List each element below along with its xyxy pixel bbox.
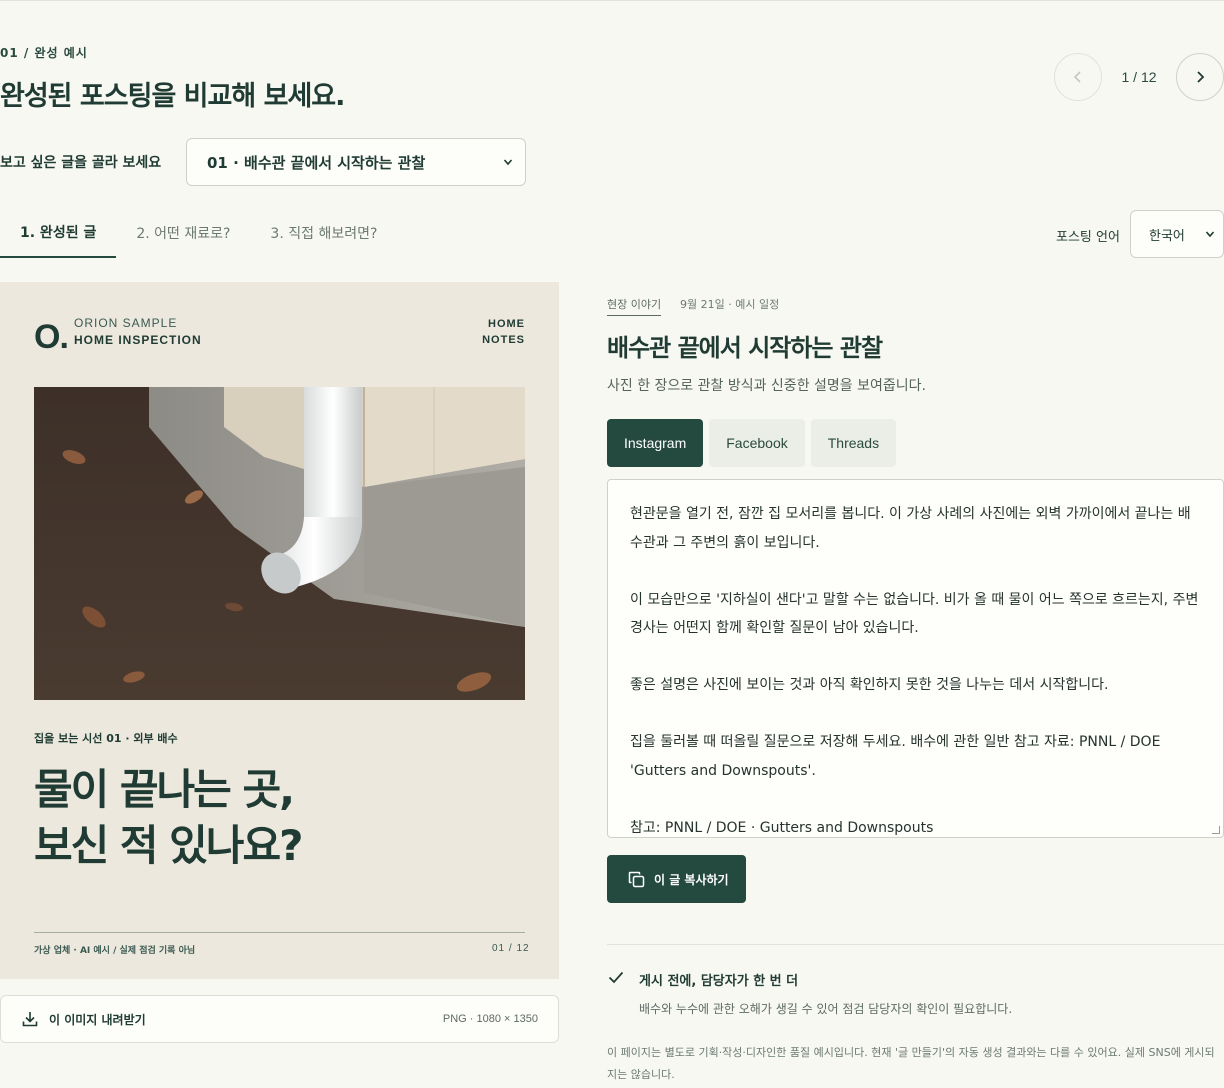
post-category: 현장 이야기 (607, 296, 662, 316)
brand-name-line1: ORION SAMPLE (74, 316, 178, 330)
post-date: 9월 21일 · 예시 일정 (680, 298, 780, 311)
disclaimer: 이 페이지는 별도로 기획·작성·디자인한 품질 예시입니다. 현재 '글 만들… (607, 1046, 1215, 1081)
chevron-down-icon (1205, 231, 1215, 238)
download-icon (22, 1012, 38, 1027)
copy-post-label: 이 글 복사하기 (654, 872, 729, 887)
review-description: 배수와 누수에 관한 오해가 생길 수 있어 점검 담당자의 확인이 필요합니다… (639, 1002, 1013, 1016)
review-title: 게시 전에, 담당자가 한 번 더 (639, 974, 799, 989)
page-title: 완성된 포스팅을 비교해 보세요. (0, 81, 345, 112)
download-image-button[interactable]: 이 이미지 내려받기 PNG · 1080 × 1350 (0, 995, 559, 1043)
platform-tab-facebook[interactable]: Facebook (709, 419, 805, 467)
chevron-down-icon (503, 159, 513, 166)
card-headline: 물이 끝나는 곳, 보신 적 있나요? (34, 762, 303, 874)
copy-post-button[interactable]: 이 글 복사하기 (607, 855, 746, 903)
pager-count: 1 / 12 (1121, 69, 1157, 85)
platform-tab-threads[interactable]: Threads (810, 419, 897, 467)
post-paragraph: 참고: PNNL / DOE · Gutters and Downspouts (630, 819, 934, 836)
post-select[interactable]: 01 · 배수관 끝에서 시작하는 관찰 (186, 138, 526, 186)
tab-finished-post[interactable]: 1. 완성된 글 (0, 208, 117, 258)
resize-handle[interactable] (1212, 826, 1220, 834)
card-nav: HOME NOTES (482, 316, 525, 348)
platform-tabs: Instagram Facebook Threads (607, 419, 897, 467)
card-headline-line1: 물이 끝나는 곳, (34, 765, 295, 814)
card-footer-note: 가상 업체 · AI 예시 / 실제 점검 기록 아님 (34, 946, 196, 956)
top-divider (0, 0, 1224, 1)
card-headline-line2: 보신 적 있나요? (34, 821, 303, 870)
copy-icon (628, 871, 645, 887)
download-meta: PNG · 1080 × 1350 (442, 1013, 538, 1025)
language-select[interactable]: 한국어 (1130, 210, 1224, 258)
post-subtitle: 사진 한 장으로 관찰 방식과 신중한 설명을 보여줍니다. (607, 378, 926, 394)
check-icon (608, 971, 624, 984)
post-paragraph: 집을 둘러볼 때 떠올릴 질문으로 저장해 두세요. 배수에 관한 일반 참고 … (630, 734, 1161, 779)
card-page-number: 01 / 12 (492, 943, 530, 954)
post-select-value: 01 · 배수관 끝에서 시작하는 관찰 (207, 153, 426, 172)
post-paragraph: 좋은 설명은 사진에 보이는 것과 아직 확인하지 못한 것을 나누는 데서 시… (630, 677, 1109, 693)
post-body-textarea[interactable]: 현관문을 열기 전, 잠깐 집 모서리를 봅니다. 이 가상 사례의 사진에는 … (607, 479, 1224, 838)
download-label: 이 이미지 내려받기 (49, 1012, 146, 1027)
section-divider (607, 944, 1224, 945)
brand-logo: O. (34, 318, 69, 356)
section-eyebrow: 01 / 완성 예시 (0, 46, 88, 60)
tab-try-it[interactable]: 3. 직접 해보려면? (250, 208, 397, 258)
chevron-right-icon (1197, 71, 1205, 83)
chevron-left-icon (1073, 71, 1081, 83)
brand-name-line2: HOME INSPECTION (74, 333, 202, 347)
tab-materials[interactable]: 2. 어떤 재료로? (116, 208, 250, 258)
downspout-photo (34, 387, 525, 700)
platform-tab-instagram[interactable]: Instagram (607, 419, 704, 467)
post-paragraph: 이 모습만으로 '지하실이 샌다'고 말할 수는 없습니다. 비가 올 때 물이… (630, 591, 1199, 637)
prev-button[interactable] (1054, 53, 1102, 101)
post-title: 배수관 끝에서 시작하는 관찰 (607, 334, 883, 362)
card-nav-home: HOME (488, 318, 525, 330)
post-paragraph: 현관문을 열기 전, 잠깐 집 모서리를 봅니다. 이 가상 사례의 사진에는 … (630, 506, 1191, 551)
next-button[interactable] (1176, 53, 1224, 101)
tab-bar: 1. 완성된 글 2. 어떤 재료로? 3. 직접 해보려면? (0, 208, 560, 260)
language-select-value: 한국어 (1149, 228, 1185, 244)
post-select-label: 보고 싶은 글을 골라 보세요 (0, 155, 162, 171)
pager: 1 / 12 (1054, 53, 1224, 101)
card-divider (34, 932, 525, 933)
card-series-label: 집을 보는 시선 01 · 외부 배수 (34, 732, 178, 745)
card-nav-notes: NOTES (482, 334, 525, 346)
language-label: 포스팅 언어 (1056, 230, 1120, 245)
